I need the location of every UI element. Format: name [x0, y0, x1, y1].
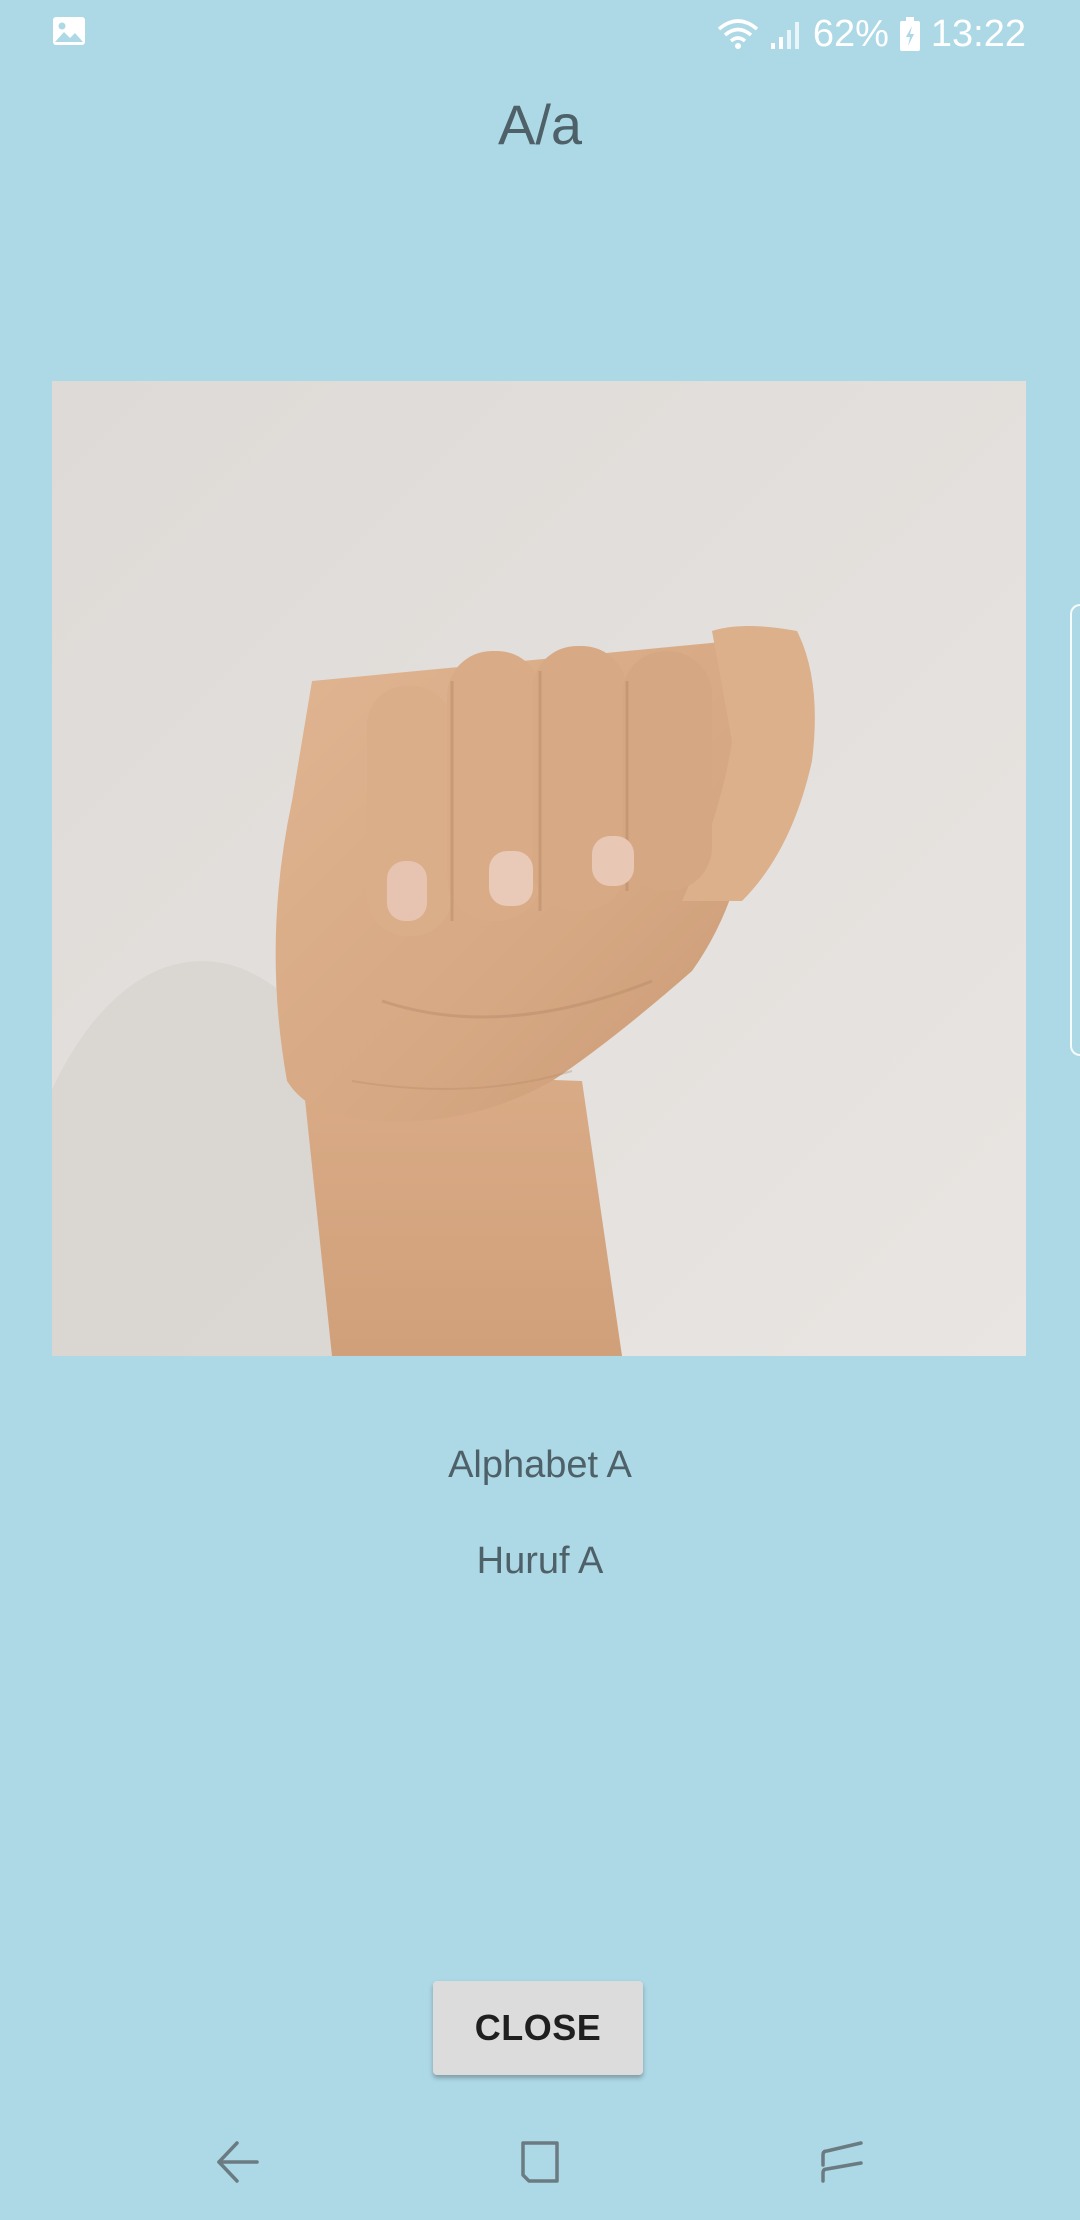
page-title: A/a	[497, 93, 583, 156]
back-icon	[217, 2141, 259, 2183]
status-bar: 62% 13:22	[0, 0, 1080, 68]
hand-sign-photo	[52, 381, 1026, 1356]
caption-malay: Huruf A	[476, 1540, 604, 1582]
close-button[interactable]: CLOSE	[433, 1981, 643, 2075]
battery-percent: 62%	[812, 12, 889, 55]
status-icons: 62% 13:22	[717, 8, 1026, 60]
recent-apps-icon	[821, 2141, 863, 2183]
status-time: 13:22	[930, 12, 1026, 55]
wifi-icon	[717, 17, 759, 51]
edge-panel-handle[interactable]	[1070, 604, 1080, 1056]
home-button[interactable]	[500, 2122, 580, 2202]
battery-charging-icon	[899, 16, 921, 52]
caption-english: Alphabet A	[448, 1444, 632, 1486]
recent-apps-button[interactable]	[802, 2122, 882, 2202]
image-icon	[52, 16, 86, 46]
sign-detail-screen: 62% 13:22 A/a Alphabet A Huruf A CLOSE	[0, 0, 1080, 2220]
navigation-bar	[0, 2100, 1080, 2220]
back-button[interactable]	[198, 2122, 278, 2202]
signal-icon	[769, 17, 803, 51]
home-icon	[521, 2141, 559, 2183]
